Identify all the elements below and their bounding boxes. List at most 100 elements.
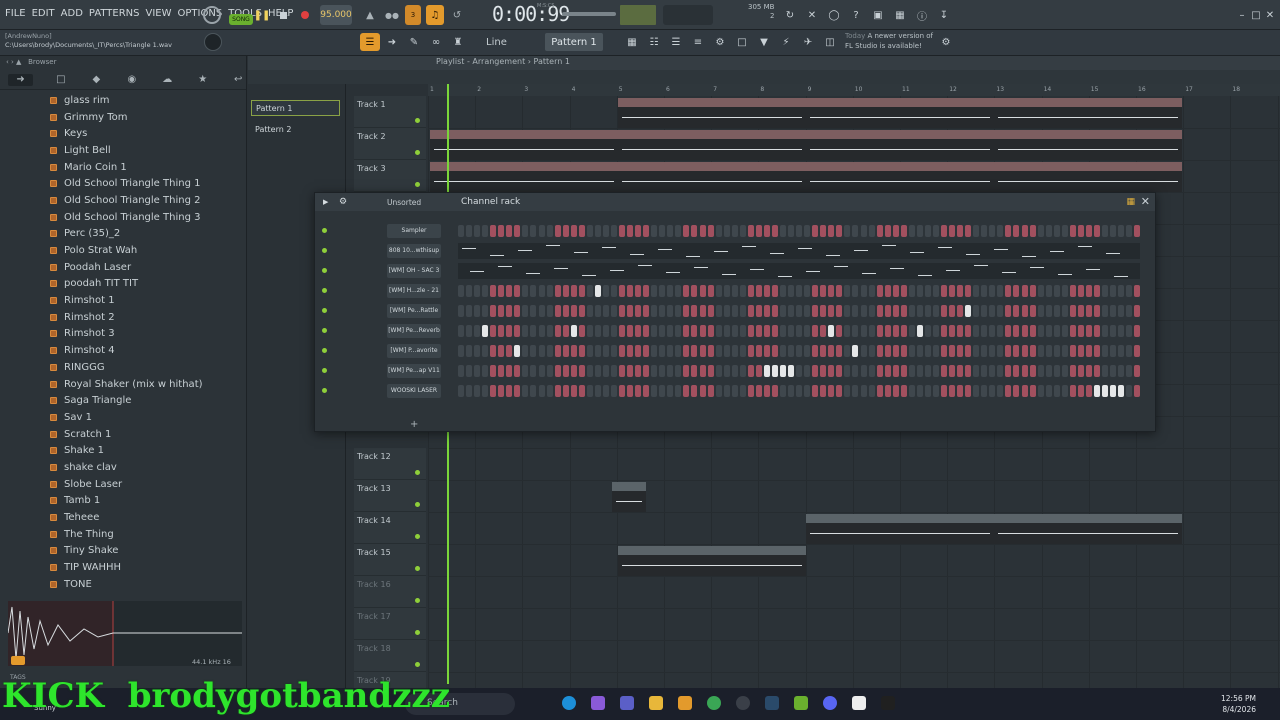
- step-button[interactable]: [490, 325, 497, 337]
- step-button[interactable]: [1110, 225, 1117, 237]
- step-button[interactable]: [900, 385, 907, 397]
- audio-clip[interactable]: mega millions 95bpm d#min @burnerotb: [806, 162, 994, 192]
- touch-keyboard-icon[interactable]: ▼: [756, 33, 772, 51]
- step-button[interactable]: [932, 385, 939, 397]
- undo-history-icon[interactable]: ↻: [782, 5, 798, 25]
- step-button[interactable]: [546, 305, 553, 317]
- step-button[interactable]: [546, 285, 553, 297]
- step-button[interactable]: [884, 345, 891, 357]
- step-button[interactable]: [538, 385, 545, 397]
- audio-clip[interactable]: mega millions 95bpm d#min @burnerotb: [618, 130, 806, 160]
- step-button[interactable]: [828, 345, 835, 357]
- step-button[interactable]: [1045, 285, 1052, 297]
- step-button[interactable]: [747, 385, 754, 397]
- track-mute-led[interactable]: [415, 566, 420, 571]
- step-button[interactable]: [610, 325, 617, 337]
- step-button[interactable]: [1085, 305, 1092, 317]
- step-button[interactable]: [1045, 365, 1052, 377]
- info-icon[interactable]: ⓘ: [914, 5, 930, 25]
- step-button[interactable]: [474, 305, 481, 317]
- step-button[interactable]: [1126, 385, 1133, 397]
- step-button[interactable]: [957, 305, 964, 317]
- step-button[interactable]: [578, 325, 585, 337]
- step-button[interactable]: [530, 345, 537, 357]
- step-button[interactable]: [594, 285, 601, 297]
- step-button[interactable]: [554, 365, 561, 377]
- step-button[interactable]: [876, 345, 883, 357]
- step-button[interactable]: [1134, 285, 1141, 297]
- step-button[interactable]: [635, 345, 642, 357]
- step-button[interactable]: [627, 345, 634, 357]
- pattern-clip[interactable]: Pattern 1: [806, 514, 994, 544]
- step-button[interactable]: [506, 385, 513, 397]
- step-button[interactable]: [731, 225, 738, 237]
- step-button[interactable]: [602, 385, 609, 397]
- step-button[interactable]: [747, 305, 754, 317]
- file-item[interactable]: Keys: [50, 125, 240, 142]
- step-button[interactable]: [570, 365, 577, 377]
- step-button[interactable]: [957, 345, 964, 357]
- channel-row[interactable]: [WM] OH - SAC 3: [315, 261, 1155, 281]
- step-button[interactable]: [924, 305, 931, 317]
- step-button[interactable]: [675, 385, 682, 397]
- mixer-view-icon[interactable]: ☰: [668, 33, 684, 51]
- step-button[interactable]: [876, 225, 883, 237]
- step-button[interactable]: [731, 345, 738, 357]
- step-button[interactable]: [1069, 365, 1076, 377]
- step-button[interactable]: [530, 365, 537, 377]
- step-button[interactable]: [1126, 345, 1133, 357]
- step-button[interactable]: [458, 305, 464, 317]
- step-button[interactable]: [667, 305, 674, 317]
- step-button[interactable]: [659, 285, 666, 297]
- step-button[interactable]: [627, 305, 634, 317]
- step-button[interactable]: [731, 385, 738, 397]
- file-item[interactable]: Rimshot 3: [50, 326, 240, 343]
- step-button[interactable]: [973, 225, 980, 237]
- step-button[interactable]: [514, 285, 521, 297]
- step-button[interactable]: [1102, 225, 1108, 237]
- step-button[interactable]: [530, 325, 537, 337]
- track-mute-led[interactable]: [415, 150, 420, 155]
- channel-row[interactable]: Sampler: [315, 221, 1155, 241]
- step-button[interactable]: [965, 385, 972, 397]
- step-button[interactable]: [619, 345, 625, 357]
- step-button[interactable]: [788, 345, 795, 357]
- step-button[interactable]: [844, 225, 851, 237]
- step-button[interactable]: [723, 285, 730, 297]
- close-icon[interactable]: ✕: [1141, 195, 1150, 208]
- step-button[interactable]: [466, 305, 473, 317]
- step-button[interactable]: [965, 225, 972, 237]
- step-button[interactable]: [1093, 345, 1100, 357]
- step-button[interactable]: [731, 365, 738, 377]
- rack-view-icon[interactable]: ▦: [1126, 197, 1135, 207]
- step-button[interactable]: [1013, 365, 1020, 377]
- step-button[interactable]: [924, 365, 931, 377]
- step-button[interactable]: [562, 325, 569, 337]
- channel-name-button[interactable]: [WM] Pe...ap V11: [387, 364, 441, 378]
- step-button[interactable]: [771, 225, 778, 237]
- plugin-picker-icon[interactable]: ⚙: [712, 33, 728, 51]
- step-button[interactable]: [868, 325, 875, 337]
- step-button[interactable]: [1118, 305, 1125, 317]
- step-button[interactable]: [635, 365, 642, 377]
- step-button[interactable]: [723, 385, 730, 397]
- master-volume-slider[interactable]: [562, 12, 616, 16]
- step-button[interactable]: [949, 365, 956, 377]
- step-button[interactable]: [1102, 365, 1108, 377]
- step-button[interactable]: [619, 225, 625, 237]
- step-button[interactable]: [683, 345, 690, 357]
- preview-play-icon[interactable]: [11, 656, 25, 665]
- step-button[interactable]: [780, 225, 786, 237]
- step-button[interactable]: [949, 385, 956, 397]
- step-button[interactable]: [796, 305, 803, 317]
- step-button[interactable]: [1118, 285, 1125, 297]
- track-header[interactable]: Track 18: [354, 640, 426, 672]
- step-button[interactable]: [570, 385, 577, 397]
- step-button[interactable]: [635, 325, 642, 337]
- capcut-icon[interactable]: [852, 696, 866, 710]
- file-item[interactable]: Grimmy Tom: [50, 109, 240, 126]
- step-button[interactable]: [812, 285, 819, 297]
- step-button[interactable]: [522, 385, 529, 397]
- obs-icon[interactable]: [736, 696, 750, 710]
- step-button[interactable]: [924, 325, 931, 337]
